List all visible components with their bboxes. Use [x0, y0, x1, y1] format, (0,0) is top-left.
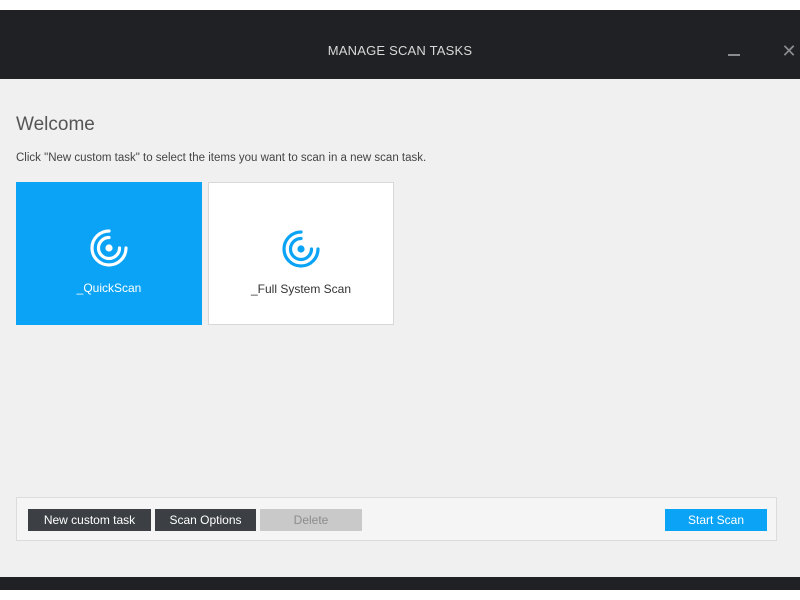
action-bar: New custom task Scan Options Delete Star…	[16, 497, 777, 541]
delete-button[interactable]: Delete	[260, 509, 362, 531]
window-bottom-border	[0, 577, 800, 590]
title-bar: MANAGE SCAN TASKS ✕	[0, 10, 800, 79]
minimize-icon	[728, 54, 740, 56]
close-icon: ✕	[781, 41, 797, 61]
task-label: _QuickScan	[76, 281, 142, 295]
full-system-scan-tile[interactable]: _Full System Scan	[208, 182, 394, 325]
quick-scan-tile[interactable]: _QuickScan	[16, 182, 202, 325]
minimize-button[interactable]	[723, 40, 745, 62]
window-title: MANAGE SCAN TASKS	[327, 43, 473, 58]
close-button[interactable]: ✕	[778, 40, 800, 62]
start-scan-button[interactable]: Start Scan	[665, 509, 767, 531]
manage-scan-tasks-window: MANAGE SCAN TASKS ✕ Welcome Click "New c…	[0, 10, 800, 590]
new-custom-task-button[interactable]: New custom task	[28, 509, 151, 531]
scan-icon	[282, 230, 320, 268]
instruction-text: Click "New custom task" to select the it…	[16, 152, 427, 164]
task-label: _Full System Scan	[250, 282, 352, 296]
scan-options-button[interactable]: Scan Options	[155, 509, 256, 531]
scan-icon	[90, 229, 128, 267]
page-title: Welcome	[16, 114, 95, 135]
